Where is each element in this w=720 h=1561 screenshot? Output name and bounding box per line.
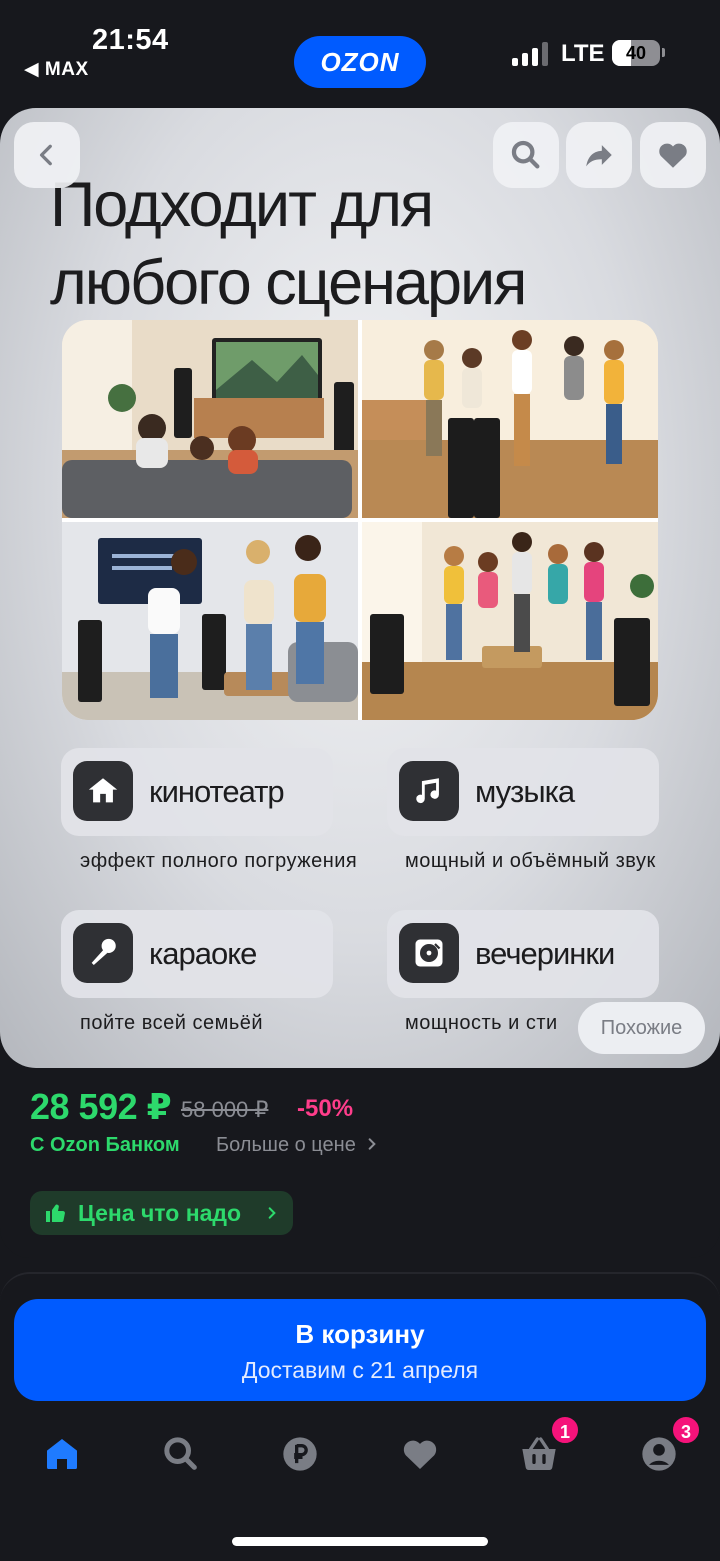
share-icon <box>586 145 612 167</box>
chevron-right-icon <box>268 1207 276 1219</box>
feature-cinema: кинотеатр <box>61 748 333 836</box>
search-icon <box>164 1437 197 1470</box>
tab-finance[interactable] <box>278 1432 322 1476</box>
cart-count-badge: 1 <box>550 1415 580 1445</box>
photo-party <box>361 521 659 721</box>
tab-home[interactable] <box>40 1432 84 1476</box>
more-about-price-label: Больше о цене <box>216 1134 356 1156</box>
music-note-icon <box>399 761 459 821</box>
feature-description: эффект полного погружения <box>80 850 358 872</box>
photo-music-party <box>361 320 659 519</box>
home-icon <box>73 761 133 821</box>
heart-icon <box>403 1440 437 1469</box>
discount-badge: -50% <box>297 1095 354 1122</box>
network-type: LTE <box>561 40 605 67</box>
feature-party: вечеринки <box>387 910 659 998</box>
feature-label: музыка <box>475 774 575 809</box>
chevron-right-icon <box>369 1138 377 1150</box>
status-time: 21:54 <box>92 24 169 56</box>
share-button[interactable] <box>566 122 632 188</box>
add-to-cart-label: В корзину <box>295 1319 425 1349</box>
battery-icon: 40 <box>612 40 660 66</box>
ozon-bank-label: С Ozon Банком <box>30 1134 180 1156</box>
feature-label: караоке <box>149 936 257 971</box>
search-icon <box>511 140 540 169</box>
more-about-price-link[interactable]: Больше о цене <box>216 1134 379 1157</box>
add-to-cart-button[interactable]: В корзину Доставим с 21 апреля <box>14 1299 706 1401</box>
ruble-icon <box>283 1437 317 1471</box>
profile-icon <box>642 1437 676 1471</box>
old-price: 58 000 ₽ <box>181 1097 269 1122</box>
feature-music: музыка <box>387 748 659 836</box>
home-indicator <box>232 1537 488 1546</box>
current-price: 28 592 ₽ <box>30 1086 172 1127</box>
delivery-date: Доставим с 21 апреля <box>241 1357 479 1383</box>
back-button[interactable] <box>14 122 80 188</box>
feature-description: пойте всей семьёй <box>80 1012 264 1034</box>
similar-button[interactable]: Похожие <box>578 1002 705 1054</box>
profile-notification-badge: 3 <box>671 1415 701 1445</box>
status-bar: 21:54 ◀ MAX OZON LTE 40 <box>0 0 720 100</box>
tab-search[interactable] <box>159 1432 203 1476</box>
headline-line-1: Подходит для <box>50 170 434 240</box>
feature-label: кинотеатр <box>149 774 285 809</box>
signal-icon <box>512 42 548 66</box>
back-to-app-link[interactable]: ◀ MAX <box>24 58 89 81</box>
microphone-icon <box>73 923 133 983</box>
tab-favorites[interactable] <box>398 1432 442 1476</box>
feature-label: вечеринки <box>475 936 615 971</box>
product-gallery[interactable]: Подходит для любого сценария кинотеатр э… <box>0 108 720 1068</box>
photo-home-cinema <box>62 320 359 519</box>
battery-level: 40 <box>625 43 647 63</box>
feature-karaoke: караоке <box>61 910 333 998</box>
vinyl-icon <box>399 923 459 983</box>
search-button[interactable] <box>493 122 559 188</box>
good-price-label: Цена что надо <box>78 1200 242 1226</box>
scenario-photo-grid <box>62 320 658 720</box>
slide-headline: Подходит для любого сценария <box>50 166 650 322</box>
price-section: 28 592 ₽ 58 000 ₽ -50% С Ozon Банком Бол… <box>0 1068 720 1258</box>
favorite-button[interactable] <box>640 122 706 188</box>
heart-icon <box>659 143 687 168</box>
headline-line-2: любого сценария <box>50 248 527 318</box>
chevron-left-icon <box>39 144 52 166</box>
home-icon <box>47 1439 77 1469</box>
good-price-badge[interactable]: Цена что надо <box>30 1191 293 1235</box>
feature-description: мощный и объёмный звук <box>405 850 656 872</box>
thumbs-up-icon <box>46 1204 65 1223</box>
ozon-logo: OZON <box>294 36 426 88</box>
photo-karaoke <box>62 521 359 721</box>
